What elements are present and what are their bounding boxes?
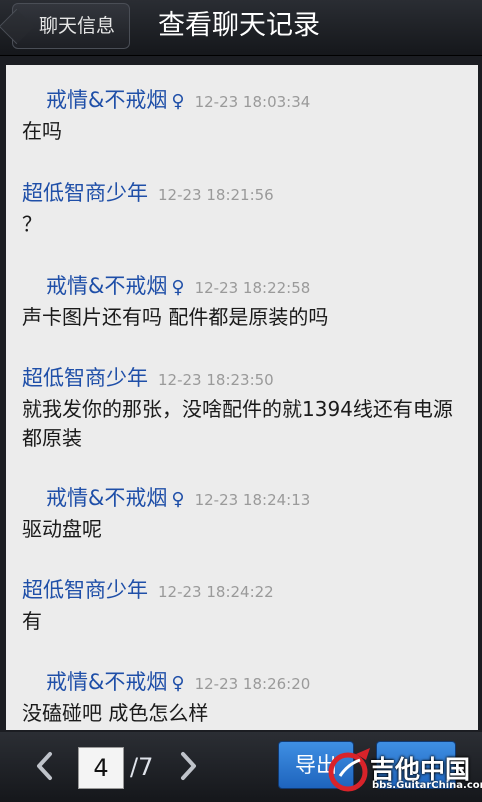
message-item: 超低智商少年 12-23 18:24:22 有 [6, 575, 478, 636]
chat-history-list[interactable]: 戒情&不戒烟 ♀ 12-23 18:03:34 在吗 超低智商少年 12-23 18:… [6, 65, 478, 730]
chevron-right-icon [181, 752, 196, 780]
sender-name[interactable]: 戒情&不戒烟 [46, 88, 167, 112]
message-text: 声卡图片还有吗 配件都是原装的吗 [22, 305, 329, 329]
message-text: 就我发你的那张，没啥配件的就1394线还有电源都原装 [22, 397, 453, 450]
message-item: 超低智商少年 12-23 18:21:56 ？ [6, 178, 478, 239]
sender-name[interactable]: 戒情&不戒烟 [46, 274, 167, 298]
message-header: 戒情&不戒烟 ♀ 12-23 18:24:13 [6, 483, 478, 515]
title-bar: 聊天信息 查看聊天记录 [0, 0, 482, 56]
back-button[interactable]: 聊天信息 [12, 3, 130, 49]
message-item: 戒情&不戒烟 ♀ 12-23 18:03:34 在吗 [6, 85, 478, 146]
message-time: 12-23 18:26:20 [194, 675, 311, 693]
message-header: 超低智商少年 12-23 18:23:50 [6, 363, 478, 395]
message-time: 12-23 18:03:34 [194, 93, 311, 111]
export-button[interactable]: 导出 [278, 741, 354, 789]
message-item: 戒情&不戒烟 ♀ 12-23 18:22:58 声卡图片还有吗 配件都是原装的吗 [6, 271, 478, 332]
message-header: 超低智商少年 12-23 18:24:22 [6, 575, 478, 607]
message-item: 超低智商少年 12-23 18:23:50 就我发你的那张，没啥配件的就1394线… [6, 363, 478, 453]
message-header: 戒情&不戒烟 ♀ 12-23 18:03:34 [6, 85, 478, 117]
chevron-left-icon[interactable] [30, 750, 60, 791]
message-header: 戒情&不戒烟 ♀ 12-23 18:22:58 [6, 271, 478, 303]
sender-name[interactable]: 戒情&不戒烟 [46, 486, 167, 510]
message-text: 有 [22, 609, 42, 633]
chevron-right-icon[interactable] [173, 750, 203, 791]
female-icon: ♀ [171, 489, 185, 510]
message-item: 戒情&不戒烟 ♀ 12-23 18:24:13 驱动盘呢 [6, 483, 478, 544]
message-item: 戒情&不戒烟 ♀ 12-23 18:26:20 没磕碰吧 成色怎么样 [6, 667, 478, 728]
message-time: 12-23 18:24:13 [194, 491, 311, 509]
message-header: 超低智商少年 12-23 18:21:56 [6, 178, 478, 210]
chevron-left-icon [37, 752, 52, 780]
sender-name[interactable]: 超低智商少年 [22, 181, 148, 205]
page-total: /7 [130, 753, 154, 781]
action-button[interactable] [376, 741, 456, 789]
female-icon: ♀ [171, 277, 185, 298]
message-text: ？ [22, 212, 42, 236]
message-time: 12-23 18:24:22 [158, 583, 274, 601]
page-number-input[interactable] [78, 747, 124, 789]
sender-name[interactable]: 戒情&不戒烟 [46, 670, 167, 694]
message-time: 12-23 18:21:56 [158, 186, 274, 204]
message-text: 在吗 [22, 119, 62, 143]
message-time: 12-23 18:23:50 [158, 371, 274, 389]
sender-name[interactable]: 超低智商少年 [22, 366, 148, 390]
female-icon: ♀ [171, 91, 185, 112]
sender-name[interactable]: 超低智商少年 [22, 578, 148, 602]
message-text: 没磕碰吧 成色怎么样 [22, 701, 209, 725]
message-text: 驱动盘呢 [22, 517, 102, 541]
message-header: 戒情&不戒烟 ♀ 12-23 18:26:20 [6, 667, 478, 699]
message-time: 12-23 18:22:58 [194, 279, 311, 297]
pagination-bar: /7 导出 [0, 732, 482, 802]
page-title: 查看聊天记录 [158, 10, 320, 41]
female-icon: ♀ [171, 673, 185, 694]
